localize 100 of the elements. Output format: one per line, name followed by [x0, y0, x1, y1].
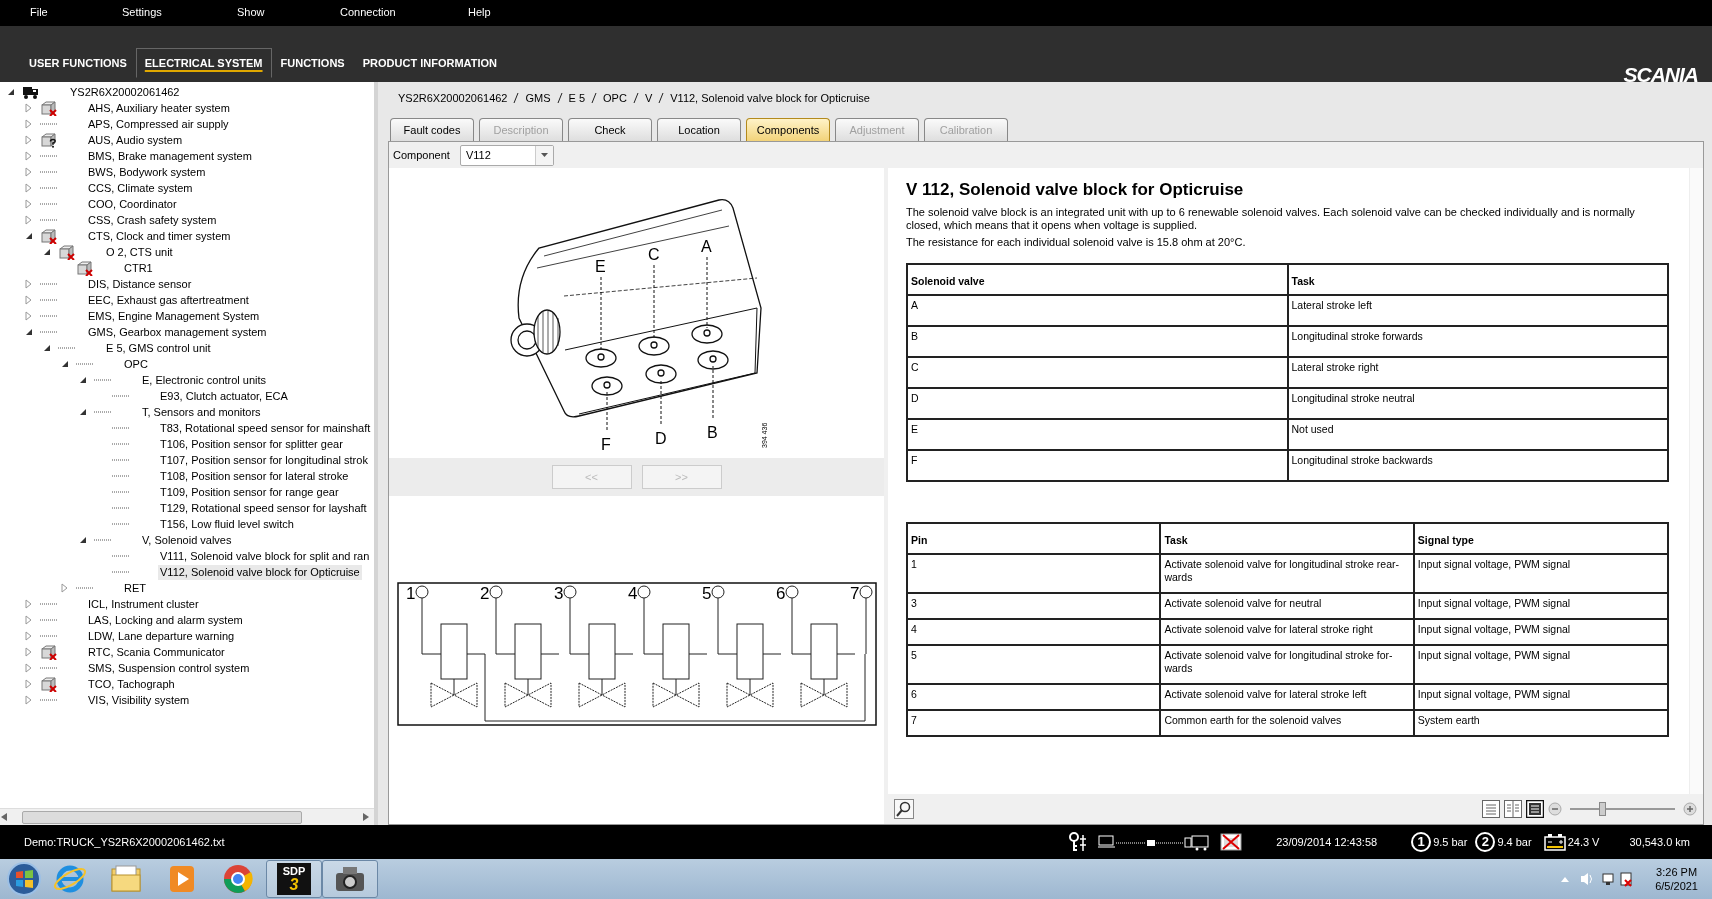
tree-item[interactable]: SMS, Suspension control system: [86, 660, 252, 676]
nav-tab[interactable]: PRODUCT INFORMATION: [353, 48, 506, 78]
tree-item[interactable]: EMS, Engine Management System: [86, 308, 262, 324]
tree-item[interactable]: TCO, Tachograph: [86, 676, 177, 692]
collapse-arrow-icon[interactable]: [42, 247, 52, 257]
scrollbar-thumb[interactable]: [22, 810, 302, 824]
breadcrumb-link[interactable]: GMS: [525, 89, 551, 107]
tree-item[interactable]: CSS, Crash safety system: [86, 212, 219, 228]
collapse-arrow-icon[interactable]: [78, 375, 88, 385]
tree-item[interactable]: EEC, Exhaust gas aftertreatment: [86, 292, 251, 308]
tab[interactable]: Check: [568, 118, 652, 141]
tree-item[interactable]: E93, Clutch actuator, ECA: [158, 388, 290, 404]
breadcrumb-link[interactable]: V112, Solenoid valve block for Opticruise: [670, 89, 870, 107]
tree-item[interactable]: AHS, Auxiliary heater system: [86, 100, 232, 116]
expand-arrow-icon[interactable]: [24, 167, 34, 177]
tree-item[interactable]: GMS, Gearbox management system: [86, 324, 269, 340]
breadcrumb-link[interactable]: OPC: [603, 89, 627, 107]
tree-item[interactable]: CTS, Clock and timer system: [86, 228, 233, 244]
expand-arrow-icon[interactable]: [24, 695, 34, 705]
expand-arrow-icon[interactable]: [24, 663, 34, 673]
breadcrumb-link[interactable]: E 5: [568, 89, 586, 107]
tree-item[interactable]: E, Electronic control units: [140, 372, 269, 388]
expand-arrow-icon[interactable]: [24, 215, 34, 225]
menu-item[interactable]: Connection: [340, 0, 396, 25]
tree-item[interactable]: V, Solenoid valves: [140, 532, 234, 548]
expand-arrow-icon[interactable]: [24, 183, 34, 193]
component-dropdown[interactable]: V112: [459, 144, 554, 166]
tree-item[interactable]: V112, Solenoid valve block for Opticruise: [158, 564, 362, 580]
tree-item[interactable]: T156, Low fluid level switch: [158, 516, 296, 532]
nav-tab[interactable]: USER FUNCTIONS: [20, 48, 136, 78]
tree-item[interactable]: CCS, Climate system: [86, 180, 195, 196]
expand-arrow-icon[interactable]: [24, 599, 34, 609]
search-icon[interactable]: [894, 799, 914, 819]
expand-arrow-icon[interactable]: [24, 679, 34, 689]
menu-item[interactable]: Help: [468, 0, 491, 25]
vertical-scrollbar[interactable]: [1689, 168, 1703, 794]
tree-item[interactable]: COO, Coordinator: [86, 196, 179, 212]
tab[interactable]: Components: [746, 118, 830, 141]
two-page-icon[interactable]: [1504, 800, 1522, 818]
tree-item[interactable]: ICL, Instrument cluster: [86, 596, 201, 612]
nav-tab[interactable]: FUNCTIONS: [271, 48, 354, 78]
expand-arrow-icon[interactable]: [24, 295, 34, 305]
scroll-left-icon[interactable]: [0, 813, 8, 821]
zoom-in-icon[interactable]: [1683, 802, 1697, 816]
collapse-arrow-icon[interactable]: [42, 343, 52, 353]
app-icon[interactable]: SDP 3: [277, 863, 311, 895]
collapse-arrow-icon[interactable]: [6, 87, 16, 97]
menu-item[interactable]: File: [30, 0, 48, 25]
single-page-icon[interactable]: [1482, 800, 1500, 818]
tree-item[interactable]: DIS, Distance sensor: [86, 276, 194, 292]
page-view-icon[interactable]: [1526, 800, 1544, 818]
collapse-arrow-icon[interactable]: [60, 359, 70, 369]
expand-arrow-icon[interactable]: [24, 151, 34, 161]
tree-item[interactable]: OPC: [122, 356, 150, 372]
collapse-arrow-icon[interactable]: [78, 535, 88, 545]
tree-item[interactable]: O 2, CTS unit: [104, 244, 175, 260]
tree-item[interactable]: T, Sensors and monitors: [140, 404, 263, 420]
tree-item[interactable]: T129, Rotational speed sensor for layshaft: [158, 500, 369, 516]
slider-thumb[interactable]: [1599, 802, 1607, 816]
expand-arrow-icon[interactable]: [24, 279, 34, 289]
expand-arrow-icon[interactable]: [24, 103, 34, 113]
collapse-arrow-icon[interactable]: [78, 407, 88, 417]
tree-item[interactable]: T83, Rotational speed sensor for mainshaft: [158, 420, 373, 436]
tree-item[interactable]: AUS, Audio system: [86, 132, 185, 148]
tab[interactable]: Location: [657, 118, 741, 141]
tree-item[interactable]: T107, Position sensor for longitudinal strok: [158, 452, 370, 468]
scroll-right-icon[interactable]: [362, 813, 370, 821]
tree-item[interactable]: APS, Compressed air supply: [86, 116, 231, 132]
collapse-arrow-icon[interactable]: [24, 231, 34, 241]
menu-item[interactable]: Settings: [122, 0, 162, 25]
tree-item[interactable]: LDW, Lane departure warning: [86, 628, 237, 644]
collapse-arrow-icon[interactable]: [24, 327, 34, 337]
tree-item[interactable]: YS2R6X20002061462: [68, 84, 182, 100]
breadcrumb-link[interactable]: YS2R6X20002061462: [398, 89, 508, 107]
expand-arrow-icon[interactable]: [24, 615, 34, 625]
tree-item[interactable]: LAS, Locking and alarm system: [86, 612, 245, 628]
start-button[interactable]: [6, 861, 42, 897]
tree-item[interactable]: E 5, GMS control unit: [104, 340, 213, 356]
zoom-out-icon[interactable]: [1548, 802, 1562, 816]
tree-item[interactable]: T109, Position sensor for range gear: [158, 484, 341, 500]
expand-arrow-icon[interactable]: [60, 583, 70, 593]
expand-arrow-icon[interactable]: [24, 119, 34, 129]
nav-tab[interactable]: ELECTRICAL SYSTEM: [135, 48, 272, 78]
menu-item[interactable]: Show: [237, 0, 265, 25]
tab[interactable]: Fault codes: [390, 118, 474, 141]
expand-arrow-icon[interactable]: [24, 199, 34, 209]
tree-item[interactable]: BWS, Bodywork system: [86, 164, 208, 180]
tree-item[interactable]: V111, Solenoid valve block for split and ran: [158, 548, 372, 564]
breadcrumb-link[interactable]: V: [644, 89, 653, 107]
tree-item[interactable]: RTC, Scania Communicator: [86, 644, 227, 660]
expand-arrow-icon[interactable]: [24, 647, 34, 657]
expand-arrow-icon[interactable]: [24, 311, 34, 321]
tree-item[interactable]: VIS, Visibility system: [86, 692, 192, 708]
tree-item[interactable]: T106, Position sensor for splitter gear: [158, 436, 345, 452]
tree-item[interactable]: T108, Position sensor for lateral stroke: [158, 468, 351, 484]
expand-arrow-icon[interactable]: [24, 135, 34, 145]
expand-arrow-icon[interactable]: [24, 631, 34, 641]
tree-item[interactable]: CTR1: [122, 260, 155, 276]
tree-item[interactable]: BMS, Brake management system: [86, 148, 254, 164]
tree-item[interactable]: RET: [122, 580, 148, 596]
